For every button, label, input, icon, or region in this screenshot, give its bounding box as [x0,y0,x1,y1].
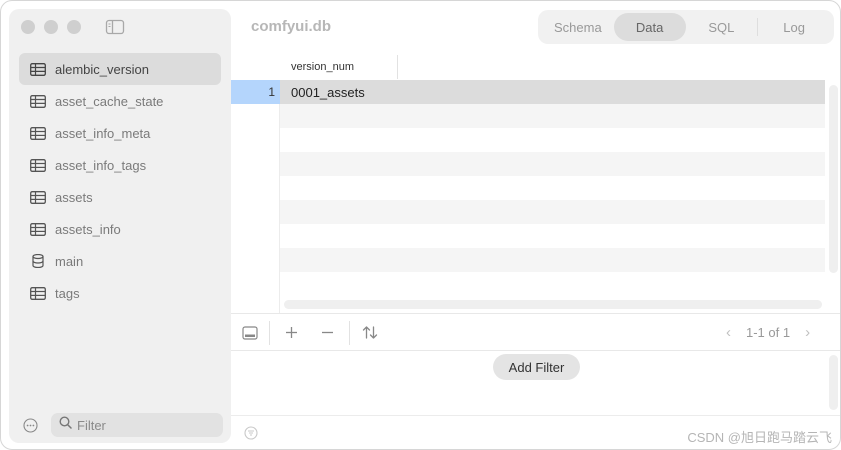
filter-scrollbar[interactable] [829,355,838,410]
database-icon [29,254,47,268]
sidebar-item-label: main [55,253,84,269]
sidebar-item-asset-info-tags[interactable]: asset_info_tags [19,149,221,181]
table-icon [29,126,47,140]
empty-row [280,224,825,248]
add-filter-button[interactable]: Add Filter [493,354,580,380]
table-icon [29,94,47,108]
sidebar-item-label: asset_cache_state [55,93,164,109]
table-list: alembic_version asset_cache_state asset_… [19,53,221,309]
sidebar-item-assets[interactable]: assets [19,181,221,213]
horizontal-scrollbar[interactable] [284,300,822,309]
tab-data[interactable]: Data [613,13,686,41]
grid-rows: 0001_assets [280,80,825,272]
sidebar-item-label: assets [55,189,93,205]
sort-icon[interactable] [362,324,378,341]
empty-row [280,200,825,224]
empty-row [280,176,825,200]
toggle-panel-icon[interactable] [242,324,258,341]
previous-page-icon[interactable]: ‹ [726,324,731,341]
toolbar-divider [269,321,270,345]
sidebar: alembic_version asset_cache_state asset_… [9,9,231,443]
view-tabs: Schema Data SQL Log [538,10,834,44]
app-window: alembic_version asset_cache_state asset_… [0,0,841,450]
table-icon [29,158,47,172]
window-title: comfyui.db [251,18,332,35]
data-grid: version_num 1 0001_assets [231,55,840,313]
tab-schema[interactable]: Schema [542,13,614,41]
close-window-button[interactable] [21,20,35,34]
remove-row-icon[interactable] [321,324,334,341]
table-icon [29,286,47,300]
filter-area: Add Filter [231,351,840,415]
table-filter-field[interactable] [51,413,223,437]
sidebar-item-label: asset_info_tags [55,157,147,173]
toolbar-divider [349,321,350,345]
sidebar-item-alembic-version[interactable]: alembic_version [19,53,221,85]
table-icon [29,62,47,76]
filter-input[interactable] [77,417,207,433]
search-icon [59,416,72,434]
minimize-window-button[interactable] [44,20,58,34]
status-bar: CSDN @旭日跑马踏云飞 [231,415,840,449]
sidebar-item-asset-info-meta[interactable]: asset_info_meta [19,117,221,149]
vertical-scrollbar[interactable] [829,85,838,273]
sidebar-item-label: tags [55,285,80,301]
table-cell[interactable]: 0001_assets [291,85,365,100]
table-row[interactable]: 0001_assets [280,80,825,104]
sidebar-item-label: asset_info_meta [55,125,151,141]
sidebar-item-asset-cache-state[interactable]: asset_cache_state [19,85,221,117]
sidebar-toggle-icon[interactable] [105,19,125,35]
empty-row [280,128,825,152]
pagination: ‹ 1-1 of 1 › [726,324,810,341]
empty-row [280,248,825,272]
tab-log[interactable]: Log [758,13,830,41]
pagination-label: 1-1 of 1 [746,325,791,340]
tab-sql[interactable]: SQL [686,13,758,41]
more-options-icon[interactable] [23,418,38,433]
row-number[interactable]: 1 [231,80,280,104]
next-page-icon[interactable]: › [805,324,810,341]
row-number-column [231,80,280,313]
add-row-icon[interactable] [285,324,298,341]
sidebar-item-assets-info[interactable]: assets_info [19,213,221,245]
sidebar-item-main[interactable]: main [19,245,221,277]
filter-options-icon[interactable] [244,426,258,440]
sidebar-item-tags[interactable]: tags [19,277,221,309]
table-icon [29,190,47,204]
grid-toolbar: ‹ 1-1 of 1 › [231,313,840,351]
empty-row [280,104,825,128]
sidebar-item-label: assets_info [55,221,121,237]
watermark: CSDN @旭日跑马踏云飞 [687,430,832,445]
column-header-version-num[interactable]: version_num [280,55,398,79]
table-icon [29,222,47,236]
sidebar-item-label: alembic_version [55,61,149,77]
window-controls [21,20,81,34]
empty-row [280,152,825,176]
sidebar-footer [9,413,231,437]
zoom-window-button[interactable] [67,20,81,34]
